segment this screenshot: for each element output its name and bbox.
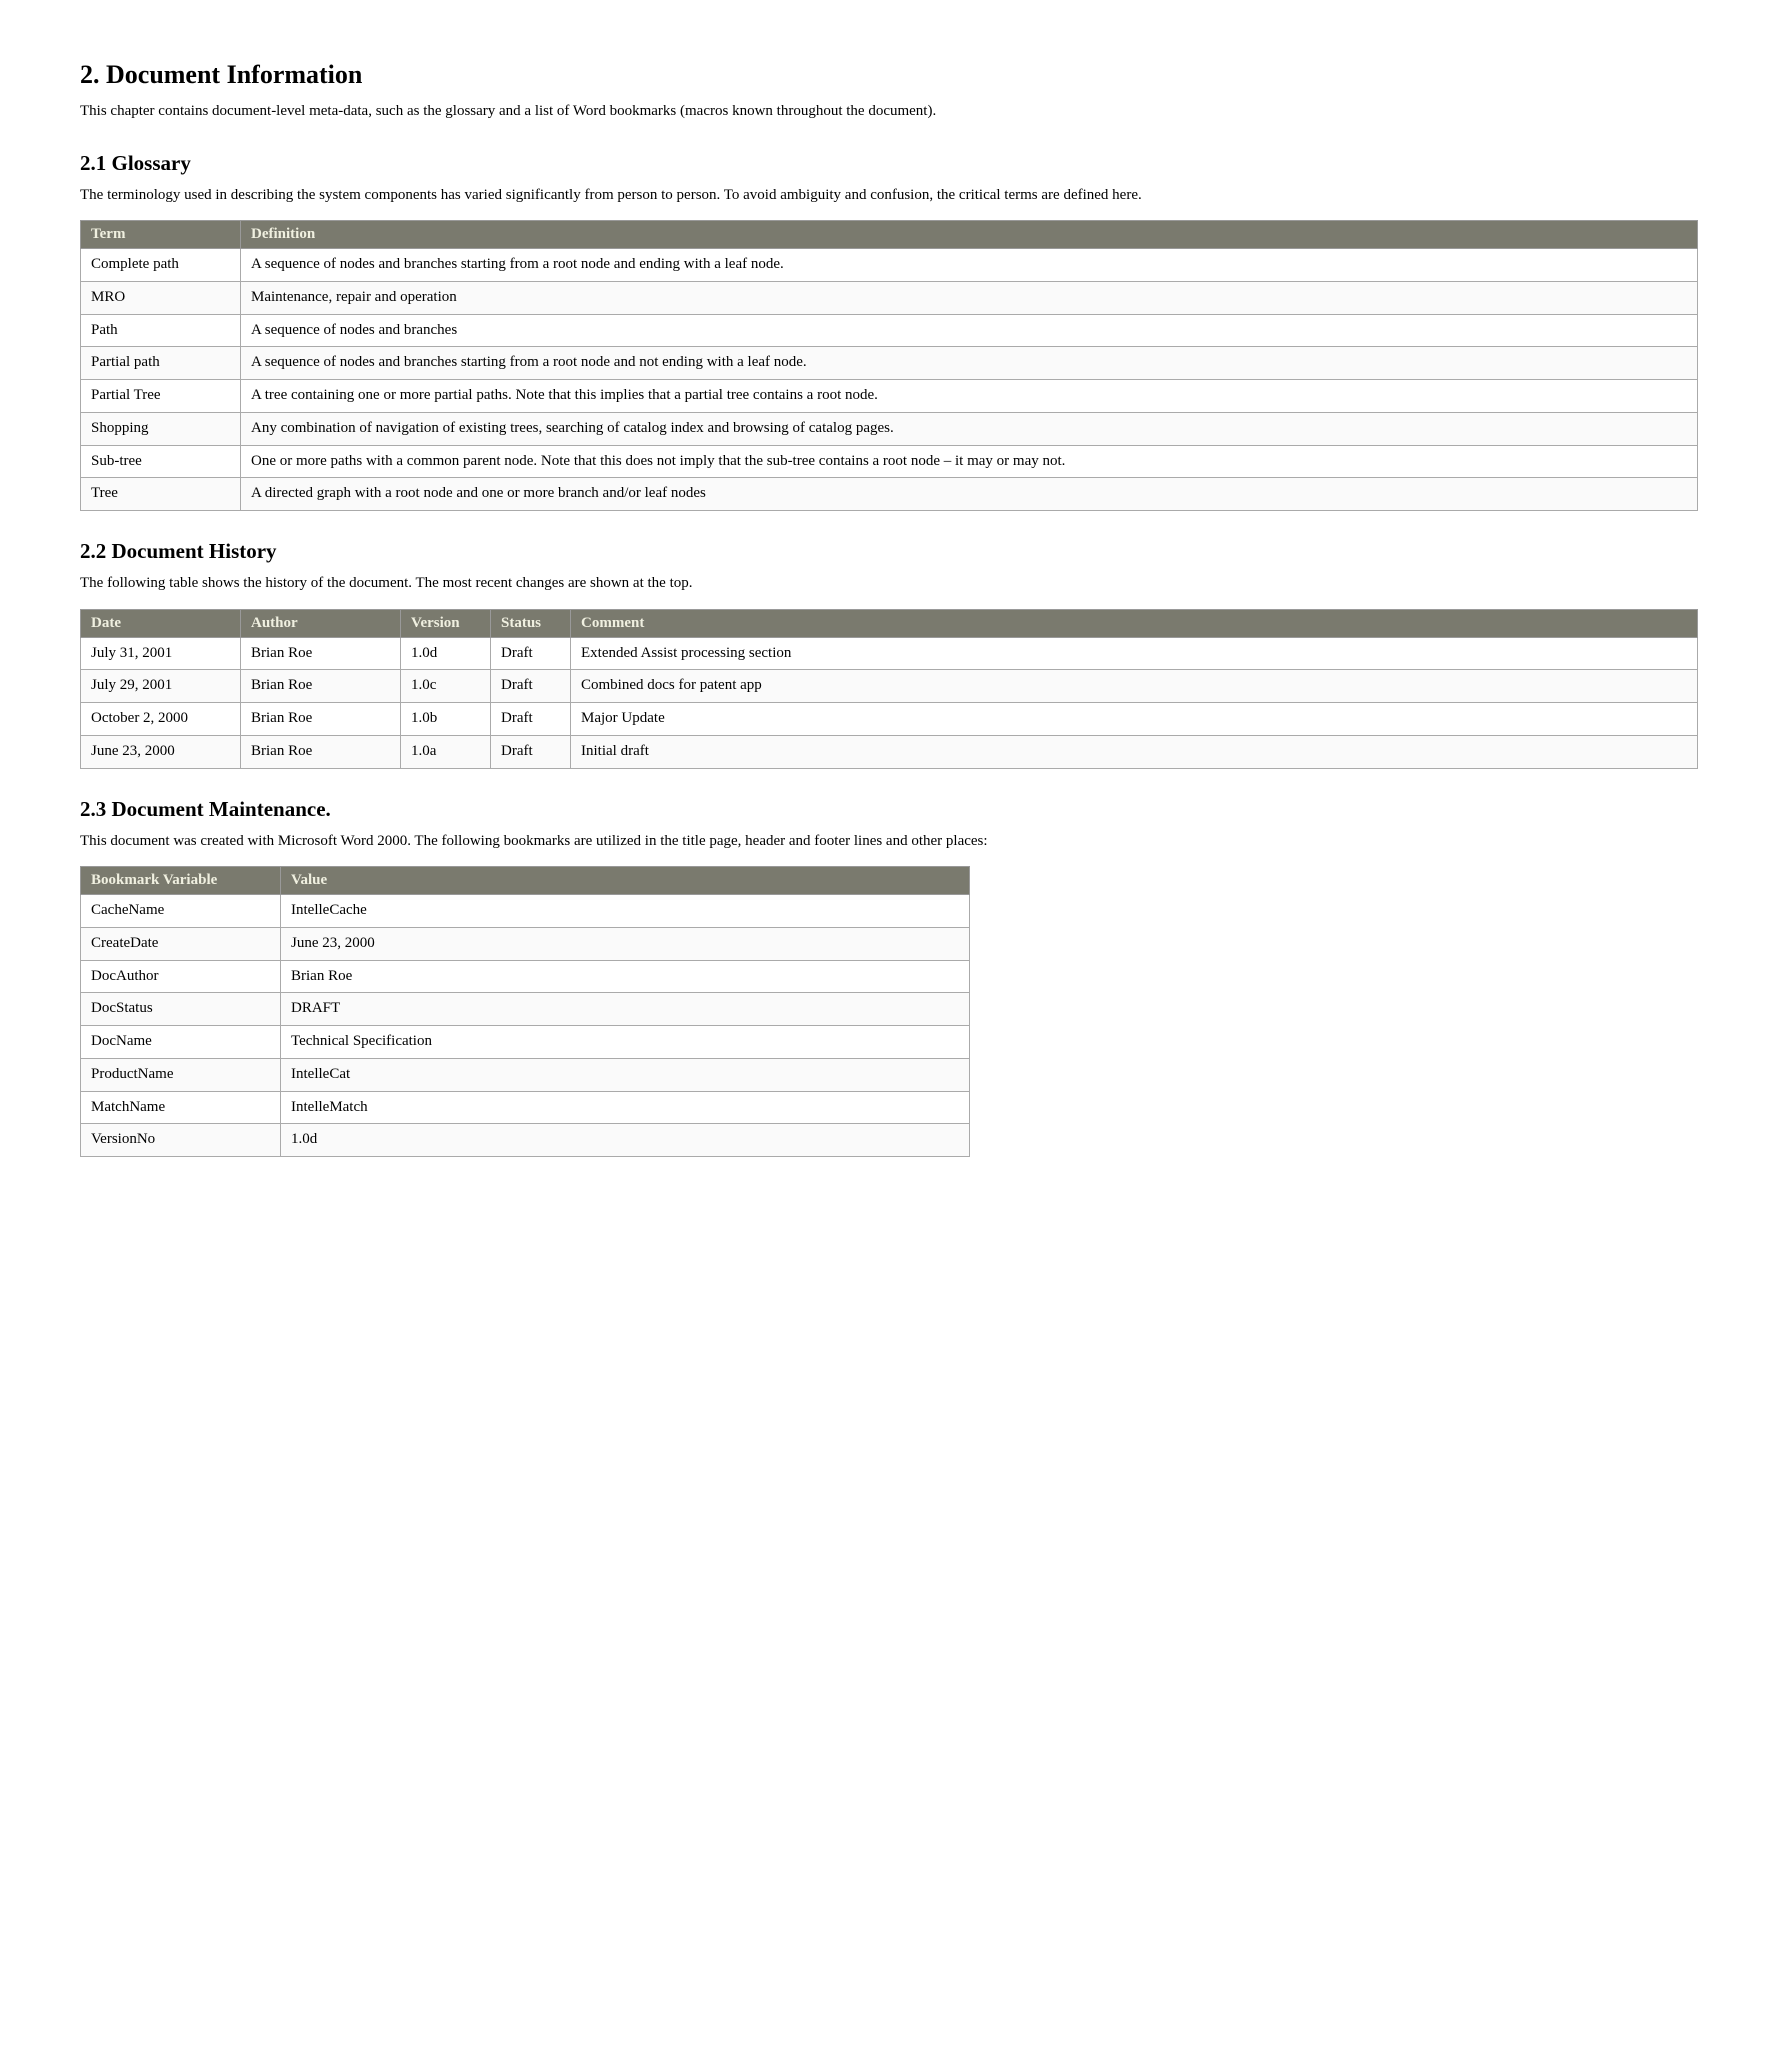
history-comment: Major Update: [571, 703, 1698, 736]
history-date: July 31, 2001: [81, 637, 241, 670]
bookmark-variable: ProductName: [81, 1058, 281, 1091]
history-status: Draft: [491, 670, 571, 703]
history-author: Brian Roe: [241, 637, 401, 670]
bookmark-row: CreateDate June 23, 2000: [81, 927, 970, 960]
bookmark-value: IntelleCache: [281, 895, 970, 928]
glossary-definition: A tree containing one or more partial pa…: [241, 380, 1698, 413]
bookmark-row: CacheName IntelleCache: [81, 895, 970, 928]
bookmark-variable: MatchName: [81, 1091, 281, 1124]
glossary-term: Shopping: [81, 412, 241, 445]
bookmark-col-variable: Bookmark Variable: [81, 867, 281, 895]
glossary-col-term: Term: [81, 221, 241, 249]
glossary-definition: Maintenance, repair and operation: [241, 281, 1698, 314]
history-status: Draft: [491, 703, 571, 736]
history-date: October 2, 2000: [81, 703, 241, 736]
section22-intro: The following table shows the history of…: [80, 572, 1698, 595]
glossary-definition: A sequence of nodes and branches startin…: [241, 347, 1698, 380]
glossary-row: Complete path A sequence of nodes and br…: [81, 249, 1698, 282]
history-col-comment: Comment: [571, 609, 1698, 637]
glossary-row: Shopping Any combination of navigation o…: [81, 412, 1698, 445]
glossary-definition: Any combination of navigation of existin…: [241, 412, 1698, 445]
history-date: July 29, 2001: [81, 670, 241, 703]
history-row: June 23, 2000 Brian Roe 1.0a Draft Initi…: [81, 735, 1698, 768]
glossary-term: Tree: [81, 478, 241, 511]
glossary-col-definition: Definition: [241, 221, 1698, 249]
bookmark-value: Technical Specification: [281, 1026, 970, 1059]
glossary-row: Partial Tree A tree containing one or mo…: [81, 380, 1698, 413]
bookmark-variable: CreateDate: [81, 927, 281, 960]
glossary-row: Sub-tree One or more paths with a common…: [81, 445, 1698, 478]
bookmark-row: VersionNo 1.0d: [81, 1124, 970, 1157]
glossary-definition: A sequence of nodes and branches: [241, 314, 1698, 347]
section21-intro: The terminology used in describing the s…: [80, 184, 1698, 207]
history-row: October 2, 2000 Brian Roe 1.0b Draft Maj…: [81, 703, 1698, 736]
bookmark-variable: DocName: [81, 1026, 281, 1059]
history-row: July 31, 2001 Brian Roe 1.0d Draft Exten…: [81, 637, 1698, 670]
history-col-date: Date: [81, 609, 241, 637]
glossary-row: Partial path A sequence of nodes and bra…: [81, 347, 1698, 380]
glossary-term: Path: [81, 314, 241, 347]
glossary-term: MRO: [81, 281, 241, 314]
history-date: June 23, 2000: [81, 735, 241, 768]
bookmark-row: DocName Technical Specification: [81, 1026, 970, 1059]
section23-intro: This document was created with Microsoft…: [80, 830, 1698, 853]
history-col-author: Author: [241, 609, 401, 637]
history-author: Brian Roe: [241, 735, 401, 768]
bookmark-value: June 23, 2000: [281, 927, 970, 960]
bookmark-col-value: Value: [281, 867, 970, 895]
glossary-row: Tree A directed graph with a root node a…: [81, 478, 1698, 511]
bookmark-value: DRAFT: [281, 993, 970, 1026]
bookmark-variable: DocStatus: [81, 993, 281, 1026]
bookmark-row: DocAuthor Brian Roe: [81, 960, 970, 993]
history-status: Draft: [491, 637, 571, 670]
history-version: 1.0d: [401, 637, 491, 670]
glossary-row: MRO Maintenance, repair and operation: [81, 281, 1698, 314]
history-comment: Combined docs for patent app: [571, 670, 1698, 703]
bookmark-variable: VersionNo: [81, 1124, 281, 1157]
history-comment: Extended Assist processing section: [571, 637, 1698, 670]
history-version: 1.0c: [401, 670, 491, 703]
history-author: Brian Roe: [241, 670, 401, 703]
glossary-row: Path A sequence of nodes and branches: [81, 314, 1698, 347]
history-table: Date Author Version Status Comment July …: [80, 609, 1698, 769]
section23-title: 2.3 Document Maintenance.: [80, 797, 1698, 822]
history-version: 1.0b: [401, 703, 491, 736]
history-status: Draft: [491, 735, 571, 768]
bookmark-value: Brian Roe: [281, 960, 970, 993]
section2-title: 2. Document Information: [80, 60, 1698, 90]
glossary-table: Term Definition Complete path A sequence…: [80, 220, 1698, 511]
history-comment: Initial draft: [571, 735, 1698, 768]
bookmark-row: MatchName IntelleMatch: [81, 1091, 970, 1124]
glossary-term: Partial path: [81, 347, 241, 380]
section2-intro: This chapter contains document-level met…: [80, 100, 1698, 123]
history-col-version: Version: [401, 609, 491, 637]
glossary-definition: A directed graph with a root node and on…: [241, 478, 1698, 511]
history-author: Brian Roe: [241, 703, 401, 736]
section22-title: 2.2 Document History: [80, 539, 1698, 564]
bookmark-table: Bookmark Variable Value CacheName Intell…: [80, 866, 970, 1157]
glossary-definition: A sequence of nodes and branches startin…: [241, 249, 1698, 282]
glossary-definition: One or more paths with a common parent n…: [241, 445, 1698, 478]
bookmark-value: IntelleMatch: [281, 1091, 970, 1124]
history-col-status: Status: [491, 609, 571, 637]
bookmark-variable: DocAuthor: [81, 960, 281, 993]
bookmark-value: IntelleCat: [281, 1058, 970, 1091]
bookmark-variable: CacheName: [81, 895, 281, 928]
glossary-term: Partial Tree: [81, 380, 241, 413]
section21-title: 2.1 Glossary: [80, 151, 1698, 176]
history-version: 1.0a: [401, 735, 491, 768]
glossary-term: Sub-tree: [81, 445, 241, 478]
bookmark-value: 1.0d: [281, 1124, 970, 1157]
history-row: July 29, 2001 Brian Roe 1.0c Draft Combi…: [81, 670, 1698, 703]
glossary-term: Complete path: [81, 249, 241, 282]
bookmark-row: DocStatus DRAFT: [81, 993, 970, 1026]
bookmark-row: ProductName IntelleCat: [81, 1058, 970, 1091]
